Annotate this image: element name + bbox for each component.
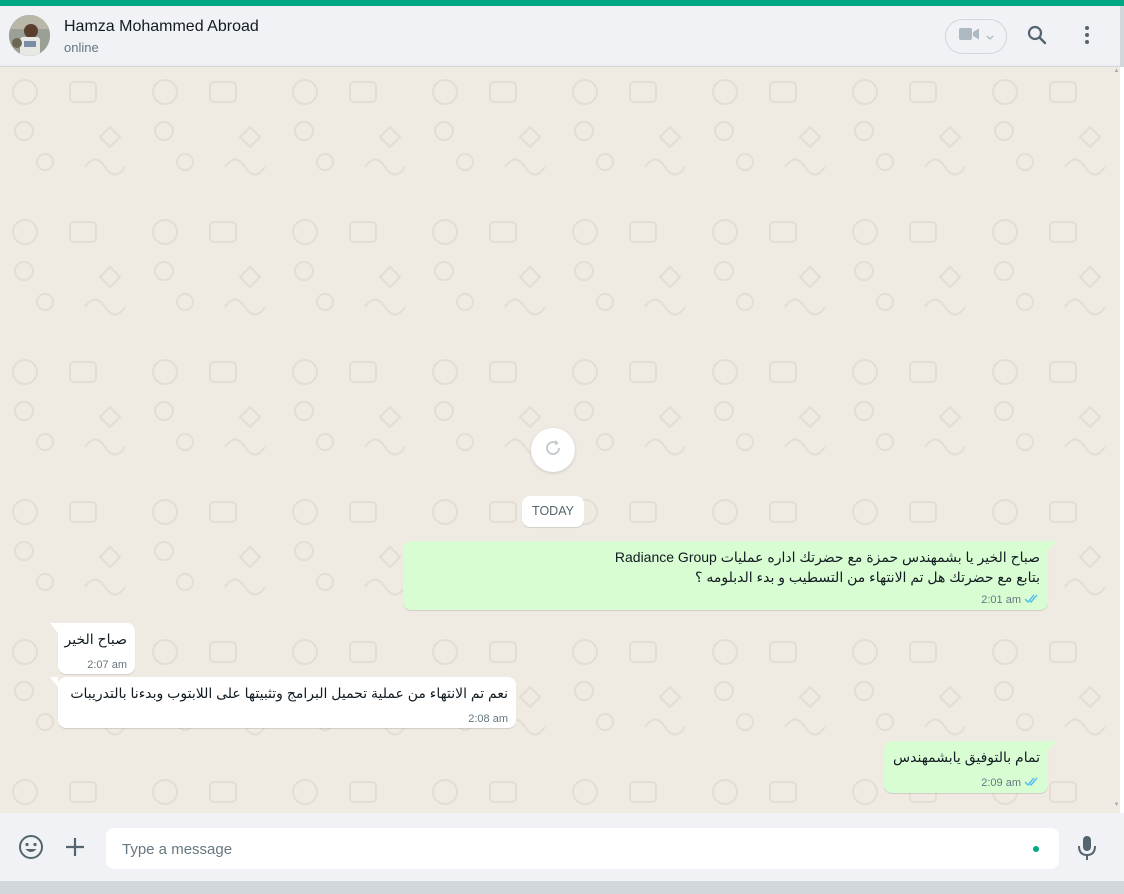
emoji-icon <box>17 835 45 865</box>
bottom-strip <box>0 881 1124 894</box>
video-camera-icon <box>958 27 980 46</box>
plus-icon <box>62 838 88 864</box>
message-bubble-incoming[interactable]: صباح الخير 2:07 am <box>50 623 135 674</box>
contact-name: Hamza Mohammed Abroad <box>64 18 259 35</box>
attach-button[interactable] <box>62 834 88 860</box>
contact-avatar[interactable] <box>9 15 50 56</box>
search-button[interactable] <box>1022 22 1052 52</box>
message-bubble-outgoing[interactable]: صباح الخير يا بشمهندس حمزة مع حضرتك ادار… <box>403 541 1056 610</box>
message-input-container[interactable] <box>106 828 1059 869</box>
message-line: بتابع مع حضرتك هل تم الانتهاء من التسطيب… <box>695 569 1040 585</box>
voice-message-button[interactable] <box>1075 834 1099 862</box>
message-line: صباح الخير <box>64 631 127 647</box>
message-time: 2:09 am <box>981 777 1021 789</box>
date-separator: TODAY <box>522 496 584 527</box>
search-icon <box>1027 25 1047 50</box>
message-input[interactable] <box>122 837 1012 861</box>
message-line: تمام بالتوفيق يابشمهندس <box>893 749 1040 765</box>
message-bubble-incoming[interactable]: نعم تم الانتهاء من عملية تحميل البرامج و… <box>50 677 516 728</box>
status-dot <box>1033 846 1039 852</box>
message-text: نعم تم الانتهاء من عملية تحميل البرامج و… <box>70 683 508 703</box>
kebab-menu-icon <box>1084 25 1090 50</box>
message-bubble-outgoing[interactable]: تمام بالتوفيق يابشمهندس 2:09 am <box>884 741 1056 793</box>
message-time: 2:07 am <box>87 659 127 671</box>
menu-button[interactable] <box>1072 22 1102 52</box>
microphone-icon <box>1075 836 1099 866</box>
message-meta: 2:01 am <box>981 593 1040 607</box>
message-text: صباح الخير <box>65 629 127 649</box>
message-meta: 2:07 am <box>87 659 127 671</box>
video-call-button[interactable] <box>945 19 1007 54</box>
message-time: 2:08 am <box>468 713 508 725</box>
chat-header: Hamza Mohammed Abroad online <box>0 6 1120 66</box>
load-older-button[interactable] <box>531 428 575 472</box>
scroll-down-arrow[interactable]: ▼ <box>1113 802 1120 809</box>
scrollbar-track[interactable] <box>1120 67 1124 813</box>
message-line: نعم تم الانتهاء من عملية تحميل البرامج و… <box>70 685 508 701</box>
refresh-icon <box>543 438 563 463</box>
emoji-button[interactable] <box>17 833 45 861</box>
message-text: تمام بالتوفيق يابشمهندس <box>893 747 1040 767</box>
double-check-icon <box>1024 593 1040 607</box>
chevron-down-icon <box>986 28 994 46</box>
scroll-up-arrow[interactable]: ▲ <box>1113 68 1120 75</box>
message-line: صباح الخير يا بشمهندس حمزة مع حضرتك ادار… <box>614 549 1040 565</box>
message-text: صباح الخير يا بشمهندس حمزة مع حضرتك ادار… <box>615 547 1040 587</box>
message-meta: 2:09 am <box>981 776 1040 790</box>
message-meta: 2:08 am <box>468 713 508 725</box>
double-check-icon <box>1024 776 1040 790</box>
message-time: 2:01 am <box>981 594 1021 606</box>
contact-status: online <box>64 40 99 55</box>
contact-info[interactable]: Hamza Mohammed Abroad online <box>64 16 259 58</box>
